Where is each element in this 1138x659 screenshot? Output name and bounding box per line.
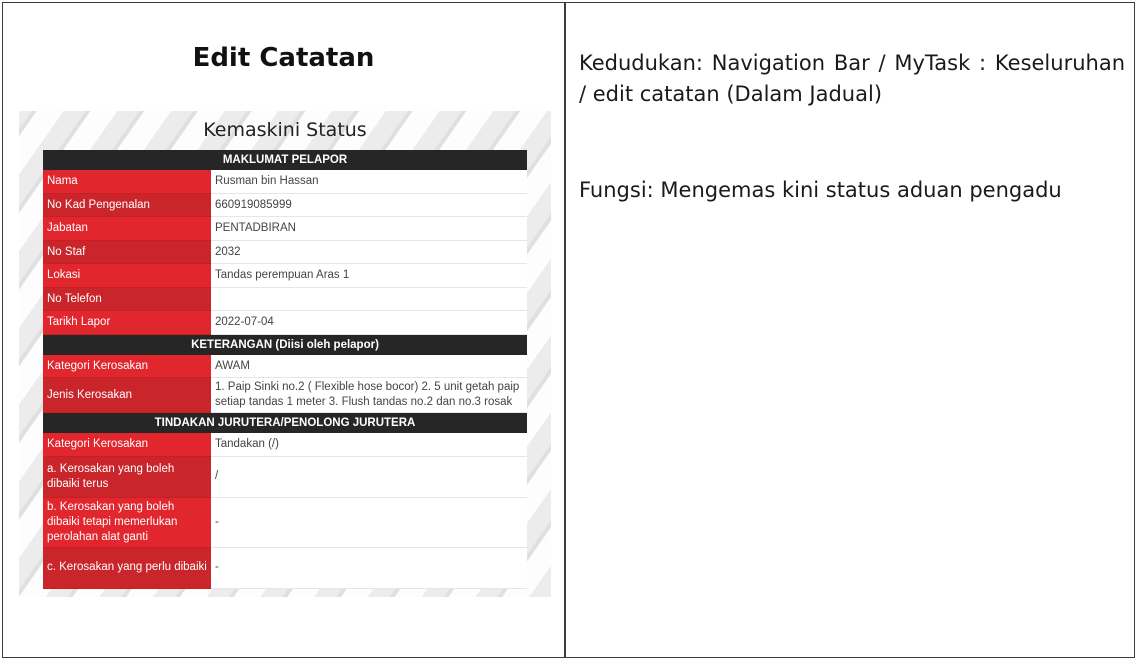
table-row: Kategori Kerosakan Tandakan (/) bbox=[43, 433, 527, 457]
row-value: - bbox=[211, 497, 527, 548]
status-table: MAKLUMAT PELAPOR Nama Rusman bin Hassan … bbox=[43, 150, 527, 589]
row-label: No Telefon bbox=[43, 287, 211, 311]
document-table: Edit Catatan Kemaskini Status MAKLUMAT P… bbox=[2, 2, 1135, 658]
page-title: Edit Catatan bbox=[192, 43, 375, 73]
table-row: c. Kerosakan yang perlu dibaiki - bbox=[43, 547, 527, 589]
row-label: No Staf bbox=[43, 240, 211, 264]
row-value: 1. Paip Sinki no.2 ( Flexible hose bocor… bbox=[211, 377, 527, 413]
section-header-maklumat-pelapor: MAKLUMAT PELAPOR bbox=[43, 150, 527, 170]
row-label: Jenis Kerosakan bbox=[43, 377, 211, 413]
table-row: No Staf 2032 bbox=[43, 240, 527, 264]
section-header-label: TINDAKAN JURUTERA/PENOLONG JURUTERA bbox=[43, 412, 527, 433]
row-value: 660919085999 bbox=[211, 193, 527, 217]
row-label: a. Kerosakan yang boleh dibaiki terus bbox=[43, 456, 211, 498]
column-divider bbox=[564, 3, 566, 657]
section-header-keterangan: KETERANGAN (Diisi oleh pelapor) bbox=[43, 334, 527, 355]
table-row: Jenis Kerosakan 1. Paip Sinki no.2 ( Fle… bbox=[43, 377, 527, 413]
row-value: Rusman bin Hassan bbox=[211, 170, 527, 194]
row-label: Nama bbox=[43, 170, 211, 194]
row-label: Tarikh Lapor bbox=[43, 310, 211, 335]
row-label: Kategori Kerosakan bbox=[43, 354, 211, 378]
row-label: Kategori Kerosakan bbox=[43, 433, 211, 457]
screenshot-heading: Kemaskini Status bbox=[203, 119, 367, 141]
row-label: c. Kerosakan yang perlu dibaiki bbox=[43, 547, 211, 589]
row-value: PENTADBIRAN bbox=[211, 216, 527, 241]
table-row: Jabatan PENTADBIRAN bbox=[43, 216, 527, 241]
function-description: Fungsi: Mengemas kini status aduan penga… bbox=[579, 178, 1062, 202]
table-row: No Telefon bbox=[43, 287, 527, 311]
row-value: 2032 bbox=[211, 240, 527, 264]
table-row: Kategori Kerosakan AWAM bbox=[43, 354, 527, 378]
row-value: / bbox=[211, 456, 527, 498]
table-row: a. Kerosakan yang boleh dibaiki terus / bbox=[43, 456, 527, 498]
row-label: Jabatan bbox=[43, 216, 211, 241]
section-header-label: KETERANGAN (Diisi oleh pelapor) bbox=[43, 334, 527, 355]
table-row: Lokasi Tandas perempuan Aras 1 bbox=[43, 263, 527, 288]
table-row: Tarikh Lapor 2022-07-04 bbox=[43, 310, 527, 335]
row-value: - bbox=[211, 547, 527, 589]
row-value: AWAM bbox=[211, 354, 527, 378]
section-header-label: MAKLUMAT PELAPOR bbox=[43, 150, 527, 170]
location-description: Kedudukan: Navigation Bar / MyTask : Kes… bbox=[579, 51, 1125, 106]
row-label: No Kad Pengenalan bbox=[43, 193, 211, 217]
row-value bbox=[211, 287, 527, 311]
table-row: b. Kerosakan yang boleh dibaiki tetapi m… bbox=[43, 497, 527, 548]
row-value: 2022-07-04 bbox=[211, 310, 527, 335]
row-value: Tandas perempuan Aras 1 bbox=[211, 263, 527, 288]
screenshot-edit-catatan: Kemaskini Status MAKLUMAT PELAPOR Nama R… bbox=[19, 111, 551, 597]
row-value: Tandakan (/) bbox=[211, 433, 527, 457]
row-label: b. Kerosakan yang boleh dibaiki tetapi m… bbox=[43, 497, 211, 548]
section-header-tindakan-jurutera: TINDAKAN JURUTERA/PENOLONG JURUTERA bbox=[43, 412, 527, 433]
table-row: No Kad Pengenalan 660919085999 bbox=[43, 193, 527, 217]
row-label: Lokasi bbox=[43, 263, 211, 288]
table-row: Nama Rusman bin Hassan bbox=[43, 170, 527, 194]
